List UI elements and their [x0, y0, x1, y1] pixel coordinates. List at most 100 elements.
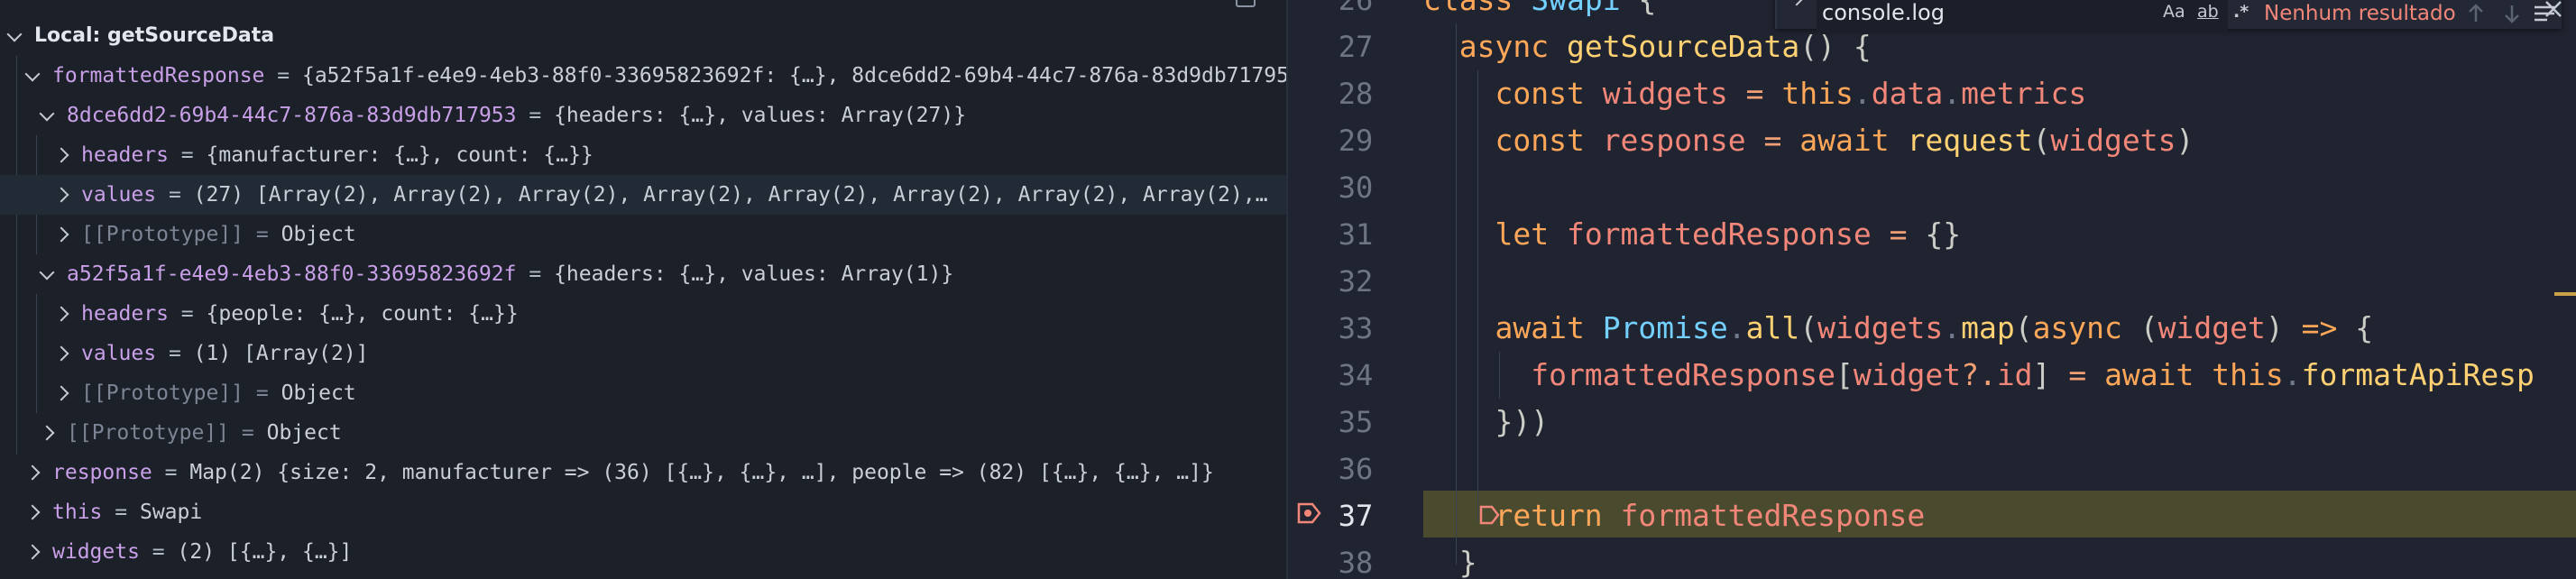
- code-token: formattedResponse: [1423, 357, 1835, 392]
- code-token: (: [2014, 310, 2033, 345]
- variable-row[interactable]: headers = {people: {…}, count: {…}}: [0, 294, 1286, 334]
- code-line[interactable]: }: [1423, 539, 2576, 579]
- code-line[interactable]: formattedResponse[widget?.id] = await th…: [1423, 352, 2576, 399]
- code-token: const: [1423, 76, 1603, 111]
- code-token: Swapi: [1531, 0, 1638, 17]
- code-token: widgets: [1817, 310, 1944, 345]
- line-number[interactable]: 36: [1288, 446, 1423, 492]
- line-number[interactable]: 29: [1288, 117, 1423, 164]
- chevron-right-icon: [54, 373, 74, 413]
- line-number[interactable]: 31: [1288, 211, 1423, 258]
- variable-row[interactable]: [[Prototype]] = Object: [0, 413, 1286, 453]
- breakpoint-current-icon[interactable]: [1297, 501, 1322, 525]
- code-token: ): [2176, 123, 2194, 158]
- variable-row[interactable]: a52f5a1f-e4e9-4eb3-88f0-33695823692f = {…: [0, 254, 1286, 294]
- inline-breakpoint-icon[interactable]: [1479, 505, 1501, 525]
- code-line[interactable]: return formattedResponse: [1423, 492, 2576, 539]
- variables-header[interactable]: VARIABLES: [11, 0, 142, 7]
- variable-row[interactable]: widgets = (2) [{…}, {…}]: [0, 532, 1286, 572]
- code-token: widgets: [1602, 76, 1746, 111]
- code-token: this: [2212, 357, 2284, 392]
- variable-row[interactable]: response = Map(2) {size: 2, manufacturer…: [0, 453, 1286, 492]
- code-line[interactable]: const widgets = this.data.metrics: [1423, 70, 2576, 117]
- chevron-right-icon: [54, 334, 74, 373]
- variable-row[interactable]: [[Prototype]] = Object: [0, 215, 1286, 254]
- whole-word-toggle[interactable]: ab: [2197, 0, 2219, 27]
- line-number[interactable]: 34: [1288, 352, 1423, 399]
- line-number[interactable]: 30: [1288, 164, 1423, 211]
- code-token: widgets: [2050, 123, 2176, 158]
- code-token: async: [1423, 29, 1567, 64]
- code-line[interactable]: [1423, 446, 2576, 492]
- code-token: {}: [1925, 216, 1962, 252]
- code-token: =: [1763, 123, 1800, 158]
- match-case-toggle[interactable]: Aa: [2163, 0, 2185, 27]
- collapse-all-icon[interactable]: [1236, 0, 1256, 7]
- variable-row[interactable]: this = Swapi: [0, 492, 1286, 532]
- variables-panel: VARIABLES Local: getSourceData formatted…: [0, 0, 1286, 579]
- code-token: (: [2139, 310, 2158, 345]
- variable-row[interactable]: formattedResponse = {a52f5a1f-e4e9-4eb3-…: [0, 56, 1286, 96]
- chevron-down-icon: [23, 56, 43, 96]
- code-token: }: [1423, 545, 1477, 579]
- arrow-down-icon[interactable]: [2498, 0, 2525, 27]
- chevron-right-icon: [54, 294, 74, 334]
- line-number[interactable]: 26: [1288, 0, 1423, 23]
- code-token: return: [1423, 498, 1621, 533]
- scope-local[interactable]: Local: getSourceData: [0, 16, 1286, 56]
- chevron-down-icon: [5, 16, 25, 56]
- code-token: class: [1423, 0, 1531, 17]
- chevron-right-icon: [54, 135, 74, 175]
- line-number[interactable]: 32: [1288, 258, 1423, 305]
- chevron-right-icon: [54, 175, 74, 215]
- line-number[interactable]: 28: [1288, 70, 1423, 117]
- code-token: =: [1889, 216, 1926, 252]
- code-line[interactable]: const response = await request(widgets): [1423, 117, 2576, 164]
- code-token: formatApiResp: [2301, 357, 2535, 392]
- variable-row[interactable]: 8dce6dd2-69b4-44c7-876a-83d9db717953 = {…: [0, 96, 1286, 135]
- chevron-right-icon[interactable]: [1789, 0, 1805, 6]
- code-line[interactable]: [1423, 164, 2576, 211]
- chevron-right-icon: [40, 413, 60, 453]
- overview-ruler-mark: [2554, 292, 2576, 296]
- code-line[interactable]: [1423, 258, 2576, 305]
- code-line[interactable]: })): [1423, 399, 2576, 446]
- chevron-right-icon: [25, 532, 45, 572]
- variable-row-selected[interactable]: values = (27) [Array(2), Array(2), Array…: [0, 175, 1286, 215]
- variable-row[interactable]: [[Prototype]] = Object: [0, 373, 1286, 413]
- scope-label: Local: getSourceData: [34, 24, 275, 47]
- code-token: [: [1835, 357, 1854, 392]
- code-token: formattedResponse: [1566, 216, 1890, 252]
- variable-row[interactable]: values = (1) [Array(2)]: [0, 334, 1286, 373]
- line-number[interactable]: 38: [1288, 539, 1423, 579]
- find-widget: console.log Aa ab .* Nenhum resultado: [1775, 0, 2562, 32]
- line-number[interactable]: 35: [1288, 399, 1423, 446]
- code-token: await: [1799, 123, 1908, 158]
- variable-row[interactable]: headers = {manufacturer: {…}, count: {…}…: [0, 135, 1286, 175]
- code-token: all: [1745, 310, 1800, 345]
- code-token: let: [1423, 216, 1567, 252]
- code-token: metrics: [1961, 76, 2087, 111]
- close-icon[interactable]: [2540, 0, 2567, 25]
- code-line[interactable]: let formattedResponse = {}: [1423, 211, 2576, 258]
- code-token: .: [1943, 76, 1962, 111]
- code-token: ]: [2032, 357, 2069, 392]
- code-token: =: [1745, 76, 1782, 111]
- find-result-count: Nenhum resultado: [2264, 2, 2456, 25]
- code-token: .: [1853, 76, 1872, 111]
- code-token: widget: [2157, 310, 2266, 345]
- vscode-debug-view: VARIABLES Local: getSourceData formatted…: [0, 0, 2576, 579]
- code-editor[interactable]: 26class Swapi {27 async getSourceData() …: [1288, 0, 2576, 579]
- code-token: data: [1871, 76, 1944, 111]
- arrow-up-icon[interactable]: [2462, 0, 2489, 27]
- code-token: () {: [1799, 29, 1872, 64]
- regex-toggle[interactable]: .*: [2233, 0, 2249, 27]
- line-number[interactable]: 33: [1288, 305, 1423, 352]
- code-line[interactable]: await Promise.all(widgets.map(async (wid…: [1423, 305, 2576, 352]
- line-number[interactable]: 27: [1288, 23, 1423, 70]
- code-token: {: [2355, 310, 2374, 345]
- code-token: request: [1907, 123, 2033, 158]
- chevron-down-icon: [38, 96, 58, 135]
- code-token: .: [2283, 357, 2302, 392]
- code-token: .: [1727, 310, 1746, 345]
